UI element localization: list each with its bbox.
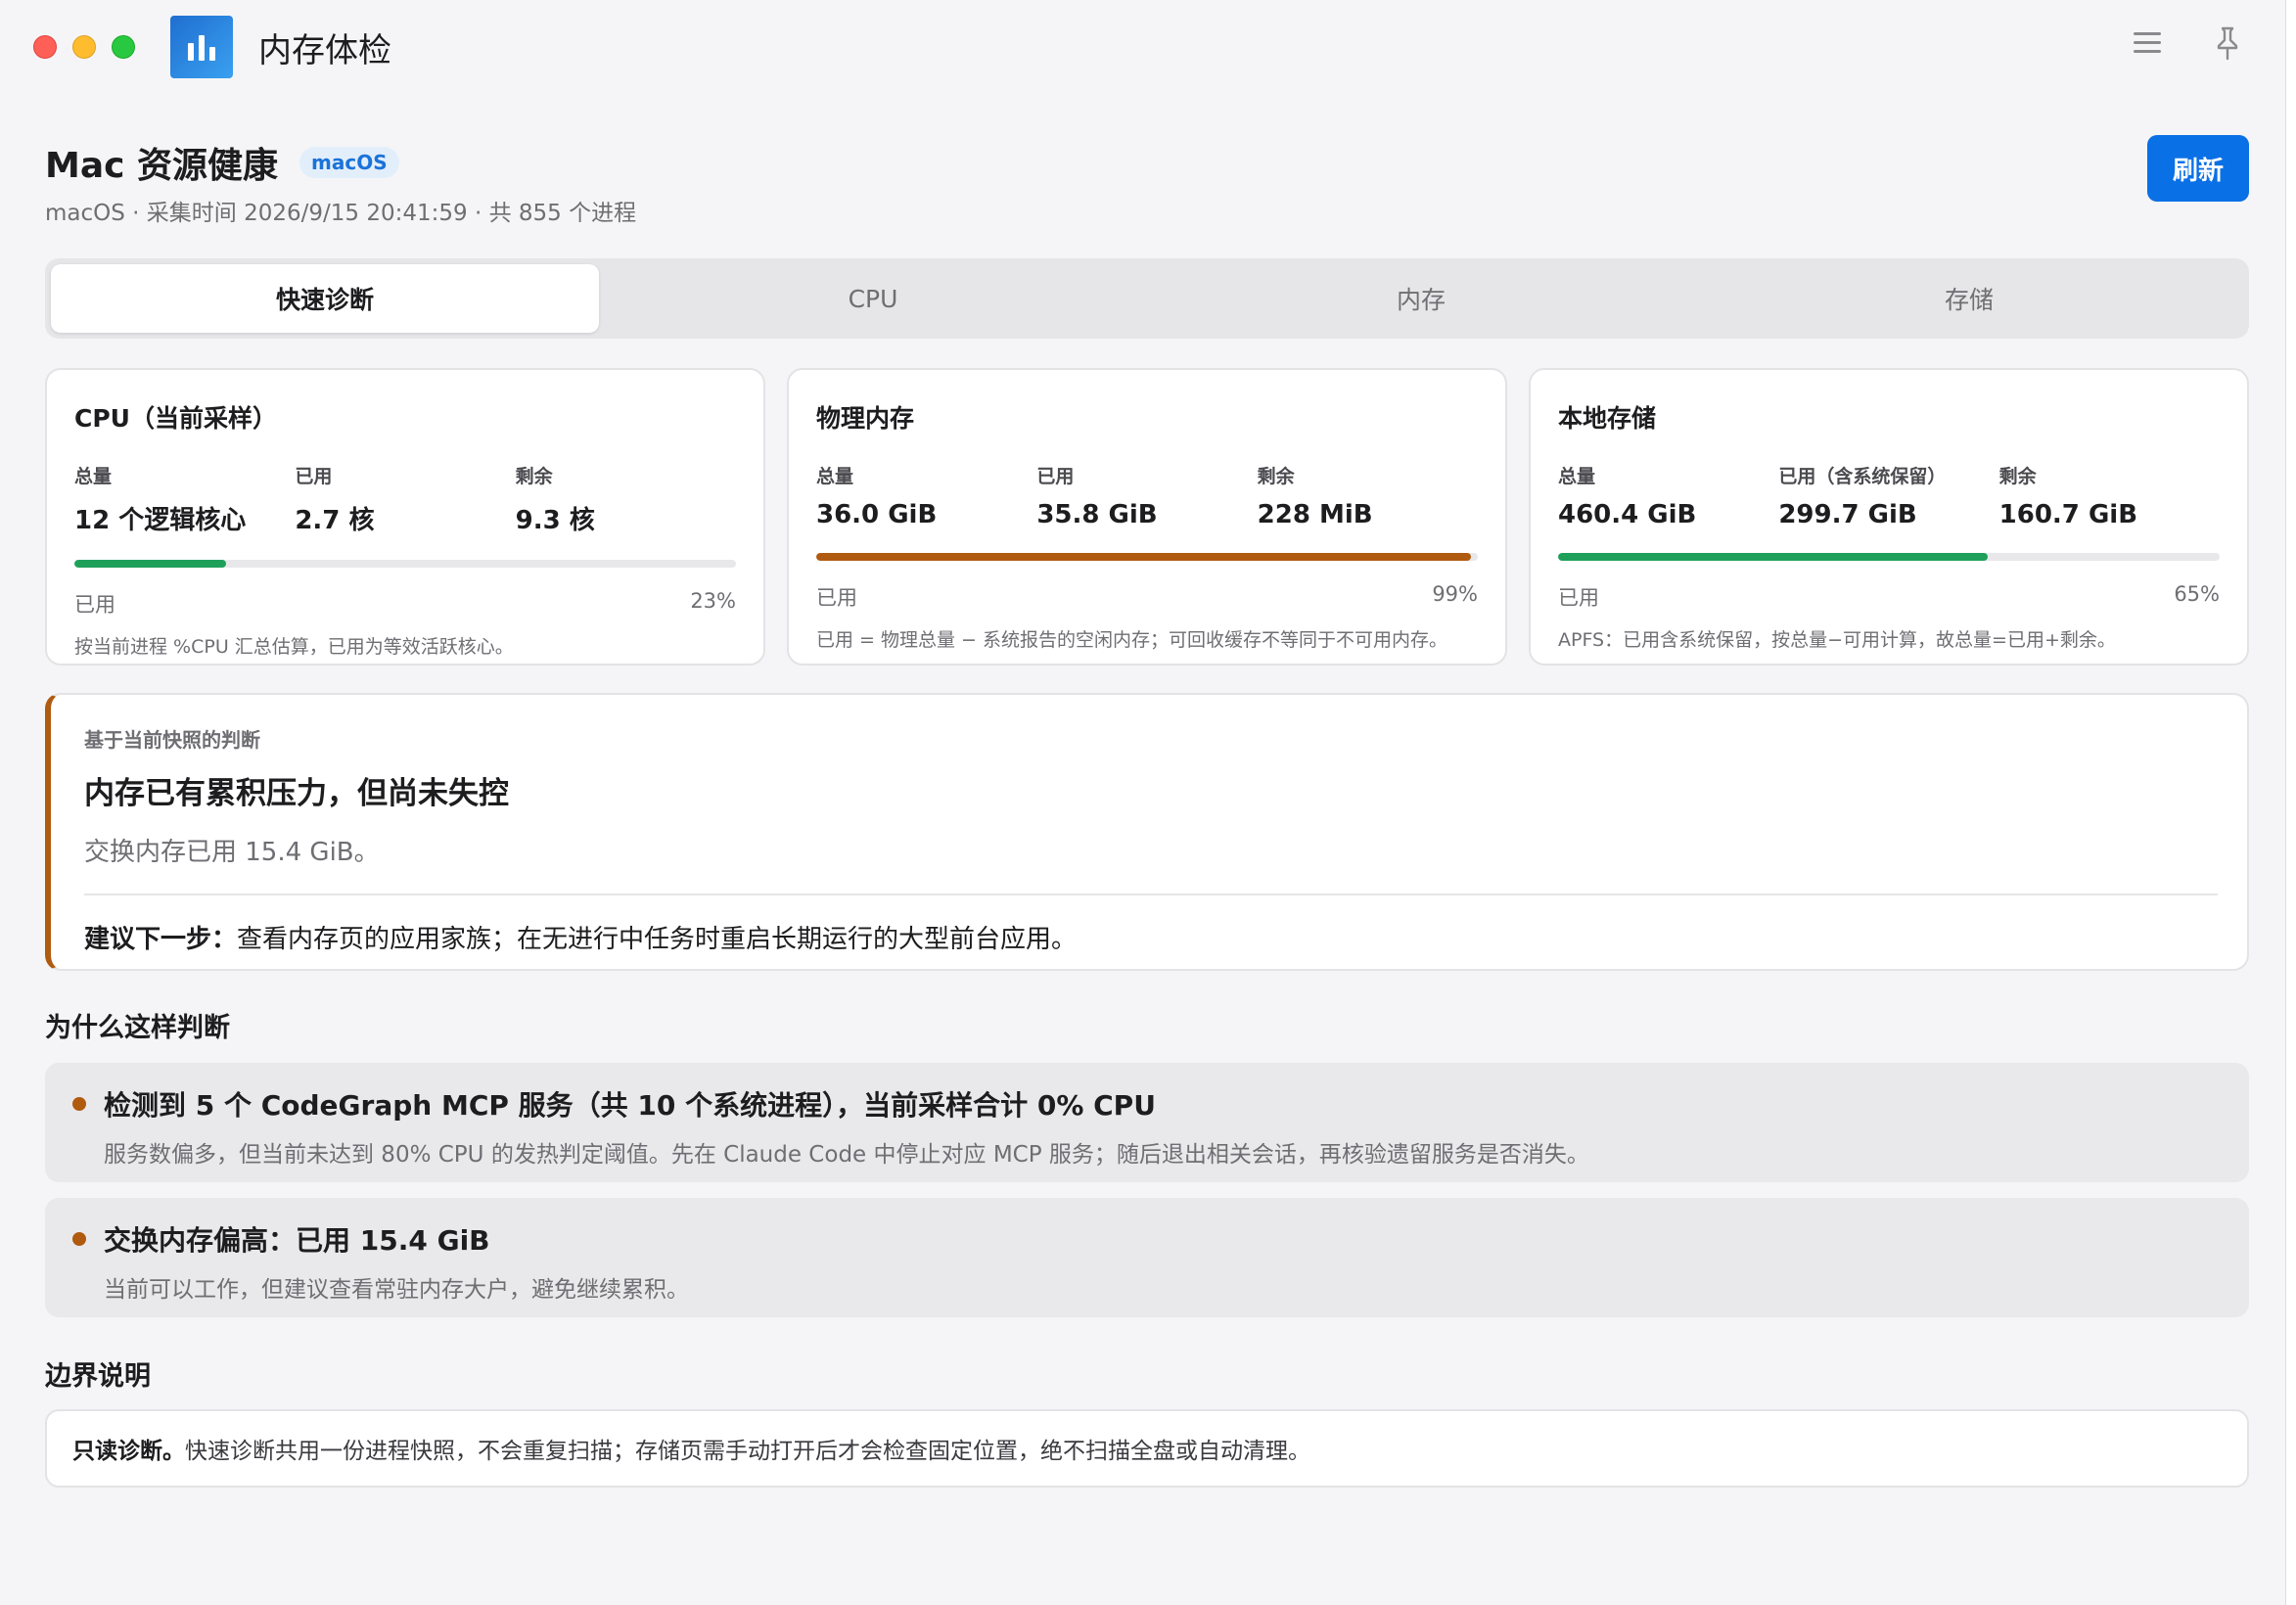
window-title: 内存体检 — [258, 30, 391, 70]
next-step-text: 查看内存页的应用家族；在无进行中任务时重启长期运行的大型前台应用。 — [237, 925, 1078, 954]
storage-card: 本地存储 总量 460.4 GiB 已用（含系统保留） 299.7 GiB 剩余 16… — [1529, 368, 2249, 665]
stat-label: 已用（含系统保留） — [1778, 466, 1947, 487]
stat-value: 35.8 GiB — [1036, 500, 1158, 529]
reason-item: 交换内存偏高：已用 15.4 GiB 当前可以工作，但建议查看常驻内存大户，避免… — [45, 1198, 2249, 1317]
memory-card: 物理内存 总量 36.0 GiB 已用 35.8 GiB 剩余 228 MiB 已用 … — [787, 368, 1507, 665]
reason-desc: 服务数偏多，但当前未达到 80% CPU 的发热判定阈值。先在 Claude C… — [104, 1142, 1589, 1168]
used-label: 已用 — [1558, 586, 1599, 610]
usage-bar — [816, 553, 1478, 561]
card-title: 本地存储 — [1558, 404, 1657, 433]
next-step-label: 建议下一步： — [84, 925, 238, 954]
pin-icon[interactable] — [2212, 25, 2243, 61]
window-controls — [33, 35, 135, 59]
reason-title: 检测到 5 个 CodeGraph MCP 服务（共 10 个系统进程），当前采… — [104, 1089, 1156, 1122]
stat-value: 160.7 GiB — [1998, 500, 2138, 529]
tab-storage[interactable]: 存储 — [1695, 264, 2243, 333]
usage-percent: 99% — [1432, 582, 1478, 606]
card-title: CPU（当前采样） — [74, 404, 277, 433]
reason-item: 检测到 5 个 CodeGraph MCP 服务（共 10 个系统进程），当前采… — [45, 1063, 2249, 1182]
usage-bar-fill — [1558, 553, 1989, 561]
os-badge: macOS — [299, 147, 399, 178]
tab-cpu[interactable]: CPU — [599, 264, 1147, 333]
card-note: 已用 = 物理总量 − 系统报告的空闲内存；可回收缓存不等同于不可用内存。 — [816, 629, 1447, 651]
stat-value: 228 MiB — [1257, 500, 1373, 529]
warning-dot-icon — [72, 1232, 86, 1246]
judgment-headline: 内存已有累积压力，但尚未失控 — [84, 776, 509, 811]
card-note: APFS：已用含系统保留，按总量−可用计算，故总量=已用+剩余。 — [1558, 629, 2116, 651]
judgment-panel: 基于当前快照的判断 内存已有累积压力，但尚未失控 交换内存已用 15.4 GiB… — [45, 693, 2249, 971]
boundary-bold: 只读诊断。 — [72, 1439, 185, 1464]
usage-percent: 65% — [2174, 582, 2220, 606]
title-bar: 内存体检 — [0, 0, 2286, 94]
tab-memory[interactable]: 内存 — [1147, 264, 1695, 333]
boundary-text: 快速诊断共用一份进程快照，不会重复扫描；存储页需手动打开后才会检查固定位置，绝不… — [185, 1439, 1310, 1464]
judgment-eyebrow: 基于当前快照的判断 — [84, 728, 260, 752]
tab-bar: 快速诊断 CPU 内存 存储 — [45, 258, 2249, 339]
card-title: 物理内存 — [816, 404, 915, 433]
stat-label: 剩余 — [515, 466, 553, 487]
stat-label: 总量 — [1558, 466, 1596, 487]
boundary-note: 只读诊断。 快速诊断共用一份进程快照，不会重复扫描；存储页需手动打开后才会检查固定… — [45, 1409, 2249, 1488]
used-label: 已用 — [74, 593, 115, 617]
stat-label: 总量 — [74, 466, 113, 487]
stat-value: 36.0 GiB — [816, 500, 938, 529]
stat-label: 总量 — [816, 466, 854, 487]
page-title: Mac 资源健康 — [45, 146, 278, 186]
divider — [84, 894, 2218, 895]
page-subtitle: macOS · 采集时间 2026/9/15 20:41:59 · 共 855 … — [45, 201, 637, 226]
stat-value: 460.4 GiB — [1558, 500, 1697, 529]
judgment-detail: 交换内存已用 15.4 GiB。 — [84, 838, 380, 867]
why-section-title: 为什么这样判断 — [45, 1013, 230, 1043]
tab-quick-diagnosis[interactable]: 快速诊断 — [51, 264, 599, 333]
stat-label: 剩余 — [1257, 466, 1295, 487]
used-label: 已用 — [816, 586, 857, 610]
stat-value: 12 个逻辑核心 — [74, 506, 247, 535]
app-chart-icon — [170, 16, 233, 78]
stat-label: 剩余 — [1998, 466, 2037, 487]
usage-percent: 23% — [690, 589, 736, 613]
usage-bar-fill — [74, 560, 227, 568]
card-note: 按当前进程 %CPU 汇总估算，已用为等效活跃核心。 — [74, 636, 514, 658]
app-window: 内存体检 Mac 资源健康 macOS macOS · 采集时间 2026/9/… — [0, 0, 2286, 1605]
minimize-window-button[interactable] — [72, 35, 96, 59]
stat-label: 已用 — [295, 466, 333, 487]
reason-desc: 当前可以工作，但建议查看常驻内存大户，避免继续累积。 — [104, 1277, 689, 1303]
stat-value: 9.3 核 — [515, 506, 595, 535]
usage-bar — [74, 560, 736, 568]
refresh-button[interactable]: 刷新 — [2147, 135, 2249, 202]
stat-value: 2.7 核 — [295, 506, 375, 535]
stat-label: 已用 — [1036, 466, 1075, 487]
usage-bar-fill — [816, 553, 1472, 561]
close-window-button[interactable] — [33, 35, 57, 59]
background-window-edge — [2286, 0, 2296, 1605]
zoom-window-button[interactable] — [112, 35, 135, 59]
stat-value: 299.7 GiB — [1778, 500, 1917, 529]
menu-icon[interactable] — [2134, 32, 2163, 54]
boundary-section-title: 边界说明 — [45, 1361, 151, 1392]
usage-bar — [1558, 553, 2220, 561]
cpu-card: CPU（当前采样） 总量 12 个逻辑核心 已用 2.7 核 剩余 9.3 核 已用 … — [45, 368, 765, 665]
next-step: 建议下一步：查看内存页的应用家族；在无进行中任务时重启长期运行的大型前台应用。 — [84, 919, 2218, 955]
warning-dot-icon — [72, 1097, 86, 1111]
reason-title: 交换内存偏高：已用 15.4 GiB — [104, 1224, 490, 1257]
